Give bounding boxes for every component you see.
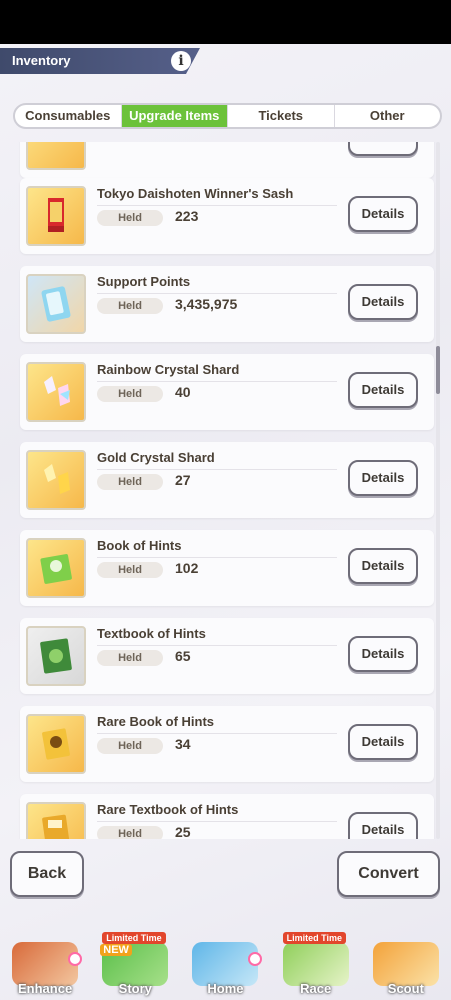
held-label: Held xyxy=(97,210,163,226)
list-item: Rare Book of Hints Held 34 Details xyxy=(20,706,434,782)
new-badge: NEW xyxy=(100,944,132,956)
item-list[interactable]: Tokyo Daishoten Winner's Sash Held 223 D… xyxy=(14,142,440,839)
list-item: Rare Textbook of Hints Held 25 Details xyxy=(20,794,434,839)
sash-icon xyxy=(26,186,86,246)
category-tabs: Consumables Upgrade Items Tickets Other xyxy=(13,103,442,129)
held-count: 3,435,975 xyxy=(175,296,238,312)
tab-consumables[interactable]: Consumables xyxy=(15,105,122,127)
item-name: Rainbow Crystal Shard xyxy=(97,362,240,377)
item-name: Book of Hints xyxy=(97,538,182,553)
book-of-hints-icon xyxy=(26,538,86,598)
held-count: 27 xyxy=(175,472,191,488)
divider xyxy=(97,205,337,206)
tab-other[interactable]: Other xyxy=(335,105,441,127)
item-name: Textbook of Hints xyxy=(97,626,206,641)
held-label: Held xyxy=(97,562,163,578)
nav-label: Story xyxy=(118,981,152,996)
race-icon xyxy=(282,942,349,986)
held-label: Held xyxy=(97,826,163,839)
rare-textbook-icon xyxy=(26,802,86,839)
divider xyxy=(97,733,337,734)
details-button[interactable]: Details xyxy=(348,372,418,408)
item-name: Gold Crystal Shard xyxy=(97,450,215,465)
divider xyxy=(97,469,337,470)
convert-button[interactable]: Convert xyxy=(337,851,440,897)
heart-icon xyxy=(248,952,263,966)
list-item: Book of Hints Held 102 Details xyxy=(20,530,434,606)
rainbow-shard-icon xyxy=(26,362,86,422)
list-item: Textbook of Hints Held 65 Details xyxy=(20,618,434,694)
details-button[interactable]: Details xyxy=(348,548,418,584)
gold-shard-icon xyxy=(26,450,86,510)
held-count: 102 xyxy=(175,560,199,576)
list-item: Support Points Held 3,435,975 Details xyxy=(20,266,434,342)
item-name: Rare Book of Hints xyxy=(97,714,215,729)
list-item: Tokyo Daishoten Winner's Sash Held 223 D… xyxy=(20,178,434,254)
nav-race[interactable]: Limited Time Race xyxy=(275,932,357,1000)
held-label: Held xyxy=(97,386,163,402)
item-name: Rare Textbook of Hints xyxy=(97,802,239,817)
details-button[interactable]: Details xyxy=(348,196,418,232)
details-button[interactable]: Details xyxy=(348,812,418,839)
nav-home[interactable]: Home xyxy=(184,932,266,1000)
list-item-partial xyxy=(20,142,434,178)
support-card-icon xyxy=(26,274,86,334)
heart-icon xyxy=(68,952,83,966)
nav-label: Home xyxy=(207,981,244,996)
limited-time-badge: Limited Time xyxy=(282,932,347,944)
held-label: Held xyxy=(97,298,163,314)
details-button[interactable]: Details xyxy=(348,636,418,672)
divider xyxy=(97,821,337,822)
list-item: Gold Crystal Shard Held 27 Details xyxy=(20,442,434,518)
page-title: Inventory xyxy=(12,53,71,68)
enhance-icon xyxy=(12,942,79,986)
nav-story[interactable]: Limited Time NEW Story xyxy=(94,932,176,1000)
info-icon[interactable]: i xyxy=(171,51,191,71)
tab-tickets[interactable]: Tickets xyxy=(228,105,335,127)
divider xyxy=(97,293,337,294)
held-count: 40 xyxy=(175,384,191,400)
home-icon xyxy=(192,942,259,986)
bottom-nav: Enhance Limited Time NEW Story Home Limi… xyxy=(0,930,451,1000)
textbook-of-hints-icon xyxy=(26,626,86,686)
held-label: Held xyxy=(97,474,163,490)
nav-label: Race xyxy=(300,981,332,996)
nav-scout[interactable]: Scout xyxy=(365,932,447,1000)
tab-upgrade-items[interactable]: Upgrade Items xyxy=(121,105,228,127)
divider xyxy=(97,557,337,558)
held-count: 223 xyxy=(175,208,199,224)
rare-book-icon xyxy=(26,714,86,774)
held-count: 65 xyxy=(175,648,191,664)
limited-time-badge: Limited Time xyxy=(102,932,166,944)
page-header: Inventory i xyxy=(0,48,200,74)
details-button-partial[interactable] xyxy=(348,142,418,156)
details-button[interactable]: Details xyxy=(348,724,418,760)
nav-enhance[interactable]: Enhance xyxy=(4,932,86,1000)
nav-label: Enhance xyxy=(18,981,73,996)
item-icon xyxy=(26,142,86,170)
back-button[interactable]: Back xyxy=(10,851,84,897)
held-count: 34 xyxy=(175,736,191,752)
divider xyxy=(97,381,337,382)
details-button[interactable]: Details xyxy=(348,460,418,496)
scout-icon xyxy=(372,942,439,986)
item-name: Support Points xyxy=(97,274,191,289)
status-bar xyxy=(0,0,451,44)
nav-label: Scout xyxy=(387,981,424,996)
details-button[interactable]: Details xyxy=(348,284,418,320)
held-label: Held xyxy=(97,738,163,754)
item-name: Tokyo Daishoten Winner's Sash xyxy=(97,186,294,201)
list-item: Rainbow Crystal Shard Held 40 Details xyxy=(20,354,434,430)
divider xyxy=(97,645,337,646)
held-count: 25 xyxy=(175,824,191,839)
scrollbar-thumb[interactable] xyxy=(436,346,440,394)
held-label: Held xyxy=(97,650,163,666)
scrollbar-track[interactable] xyxy=(436,142,440,839)
